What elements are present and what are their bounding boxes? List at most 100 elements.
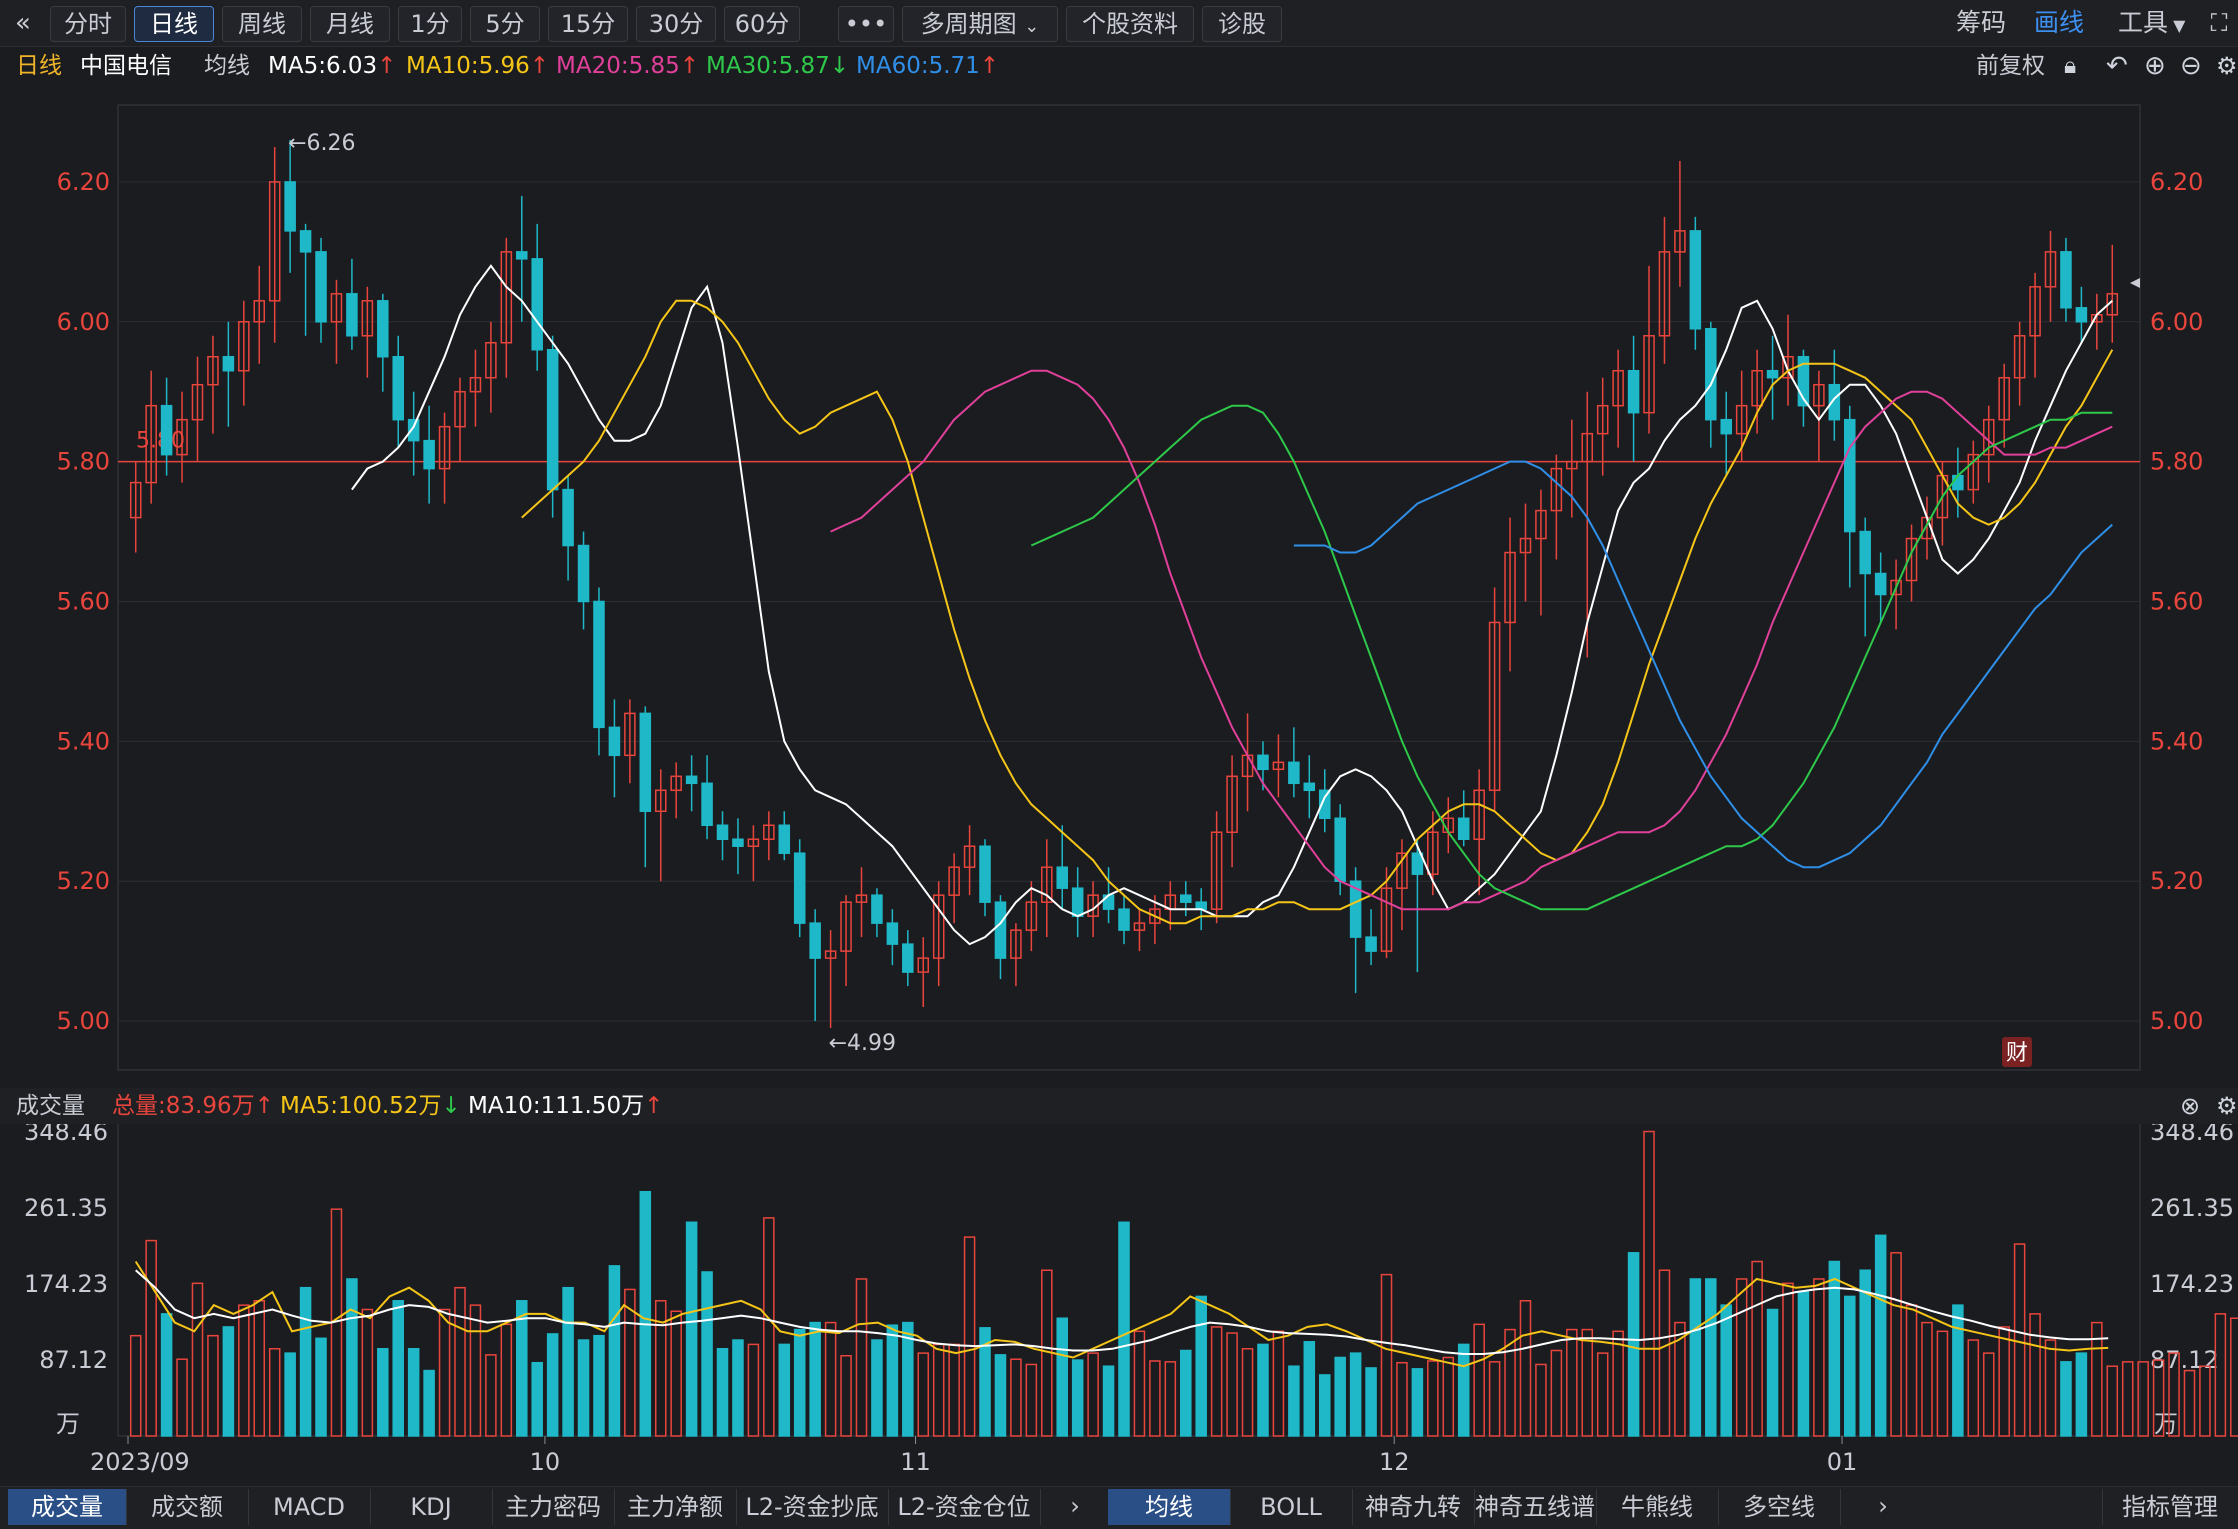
chevron-right-icon[interactable]: ›	[1058, 1489, 1092, 1523]
candle-body	[1195, 901, 1207, 910]
y-tick-right: 5.60	[2150, 587, 2203, 615]
ma20-readout: MA20:5.85↑	[556, 47, 699, 85]
candle-body	[701, 782, 713, 827]
chips-button[interactable]: 筹码	[1956, 6, 2006, 40]
overlay-tab-1[interactable]: BOLL	[1230, 1489, 1353, 1525]
volume-info-bar: 成交量 总量:83.96万↑ MA5:100.52万↓ MA10:111.50万…	[0, 1088, 2238, 1124]
indicator-tab-6[interactable]: L2-资金抄底	[736, 1489, 889, 1525]
ma-label[interactable]: 均线	[204, 47, 250, 85]
tab-5[interactable]: 5分	[470, 6, 540, 42]
ma30-value: MA30:5.87	[706, 53, 830, 79]
period-label: 日线	[16, 53, 62, 79]
volume-chart[interactable]: 348.46 348.46 261.35 261.35 174.23 174.23 87.1…	[0, 1124, 2238, 1486]
chevron-right-icon[interactable]: ›	[1866, 1489, 1900, 1523]
volume-title[interactable]: 成交量	[16, 1088, 85, 1124]
tab-7[interactable]: 30分	[636, 6, 716, 42]
volume-bar	[1581, 1328, 1594, 1437]
candle-body	[222, 355, 235, 372]
draw-button[interactable]: 画线	[2034, 6, 2084, 40]
candle-body	[515, 251, 528, 260]
lock-icon[interactable]: 🔒︎	[2064, 47, 2076, 85]
y-tick-left: 6.00	[57, 308, 110, 336]
candlestick-chart[interactable]: 6.20 6.20 6.00 6.00 5.80 5.80 5.60 5.60 5.40 5.40…	[0, 85, 2238, 1088]
tab-6[interactable]: 15分	[548, 6, 628, 42]
candle-body	[608, 726, 621, 757]
volume-bar	[1488, 1361, 1501, 1437]
vol-unit-right: 万	[2154, 1410, 2178, 1438]
double-chevron-left-icon[interactable]: «	[6, 6, 40, 40]
volume-ma5-readout: MA5:100.52万↓	[280, 1088, 461, 1124]
volume-bar	[361, 1308, 374, 1437]
volume-bar	[2121, 1361, 2134, 1437]
volume-bar	[1133, 1330, 1146, 1437]
tab-4[interactable]: 1分	[398, 6, 462, 42]
candle-body	[577, 544, 590, 603]
volume-bar	[747, 1343, 760, 1437]
volume-bar	[963, 1236, 976, 1437]
vol-y-tick-left: 87.12	[39, 1346, 108, 1374]
arrow-up-icon: ↑	[529, 53, 550, 79]
stock-name[interactable]: 中国电信	[80, 47, 172, 85]
arrow-down-icon: ↓	[829, 53, 850, 79]
volume-bar	[2029, 1313, 2041, 1437]
tab-3[interactable]: 月线	[310, 6, 390, 42]
volume-bar	[1874, 1234, 1887, 1437]
diagnose-button[interactable]: 诊股	[1202, 6, 1282, 42]
tab-2[interactable]: 周线	[222, 6, 302, 42]
candle-body	[377, 300, 389, 358]
zoom-in-icon[interactable]: ⊕	[2144, 47, 2166, 85]
overlay-tab-2[interactable]: 神奇九转	[1352, 1489, 1475, 1525]
volume-bar	[1658, 1269, 1671, 1437]
x-tick-label: 12	[1379, 1448, 1410, 1476]
indicator-tab-4[interactable]: 主力密码	[492, 1489, 615, 1525]
y-tick-left: 5.40	[57, 727, 110, 755]
candle-body	[1689, 230, 1702, 330]
caret-down-icon: ▼	[2168, 16, 2186, 35]
vol-y-tick-left: 174.23	[24, 1270, 108, 1298]
volume-bar	[1334, 1356, 1346, 1437]
x-tick-label: 2023/09	[90, 1448, 190, 1476]
candle-body	[299, 230, 312, 253]
indicator-tab-5[interactable]: 主力净额	[614, 1489, 737, 1525]
volume-bar	[639, 1190, 652, 1437]
volume-bar	[546, 1333, 559, 1437]
adjust-label[interactable]: 前复权	[1976, 47, 2045, 85]
stock-info-button[interactable]: 个股资料	[1066, 6, 1194, 42]
volume-bar	[886, 1324, 899, 1437]
volume-bar	[407, 1348, 420, 1437]
indicator-tab-7[interactable]: L2-资金仓位	[888, 1489, 1041, 1525]
close-icon[interactable]: ⊗	[2180, 1088, 2200, 1124]
tab-8[interactable]: 60分	[724, 6, 800, 42]
overlay-tab-4[interactable]: 牛熊线	[1596, 1489, 1719, 1525]
volume-bar	[500, 1323, 513, 1437]
indicator-tab-2[interactable]: MACD	[248, 1489, 371, 1525]
tab-0[interactable]: 分时	[50, 6, 126, 42]
more-button[interactable]: •••	[838, 6, 894, 42]
gear-icon[interactable]: ⚙	[2216, 1088, 2238, 1124]
ma5-readout: MA5:6.03↑	[268, 47, 396, 85]
volume-bar	[1025, 1363, 1038, 1437]
indicator-tab-0[interactable]: 成交量	[8, 1489, 127, 1525]
zoom-out-icon[interactable]: ⊖	[2180, 47, 2202, 85]
indicator-tab-1[interactable]: 成交额	[126, 1489, 249, 1525]
gear-icon[interactable]: ⚙	[2216, 47, 2238, 85]
volume-bar	[871, 1339, 883, 1437]
overlay-tab-3[interactable]: 神奇五线谱	[1474, 1489, 1597, 1525]
tab-1[interactable]: 日线	[134, 6, 214, 42]
arrow-up-icon: ↑	[979, 53, 1000, 79]
indicator-manage-button[interactable]: 指标管理	[2102, 1489, 2237, 1525]
tools-label: 工具	[2118, 8, 2169, 37]
volume-bar	[1303, 1341, 1316, 1437]
fullscreen-icon[interactable]: ⛶	[2204, 6, 2234, 40]
volume-bar	[1210, 1326, 1223, 1437]
indicator-tab-3[interactable]: KDJ	[370, 1489, 493, 1525]
multi-period-button[interactable]: 多周期图 ⌄	[902, 6, 1058, 42]
candle-body	[1056, 866, 1069, 889]
overlay-tab-0[interactable]: 均线	[1108, 1489, 1231, 1525]
volume-bar	[1921, 1321, 1933, 1437]
tools-button[interactable]: 工具 ▼	[2118, 6, 2185, 40]
y-tick-right: 5.40	[2150, 727, 2203, 755]
candle-body	[1859, 530, 1871, 575]
overlay-tab-5[interactable]: 多空线	[1718, 1489, 1841, 1525]
undo-icon[interactable]: ↶	[2106, 47, 2128, 85]
